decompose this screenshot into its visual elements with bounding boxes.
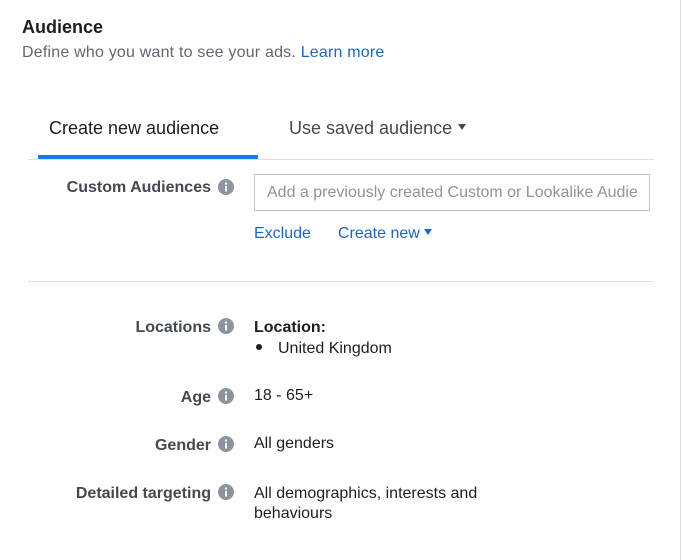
custom-audiences-input[interactable] [254, 174, 650, 211]
custom-audiences-label: Custom Audiences [66, 179, 211, 196]
location-list-item: United Kingdom [254, 339, 392, 359]
subtitle-text: Define who you want to see your ads. [22, 44, 297, 61]
detailed-targeting-value: All demographics, interests and behaviou… [254, 484, 477, 524]
audience-panel: Audience Define who you want to see your… [0, 0, 681, 560]
location-value: United Kingdom [278, 340, 392, 357]
gender-value: All genders [254, 435, 335, 452]
tab-use-saved-audience[interactable]: Use saved audience [289, 118, 467, 139]
section-subtitle: Define who you want to see your ads. Lea… [22, 44, 385, 62]
info-icon[interactable] [218, 179, 234, 195]
tab-create-new-audience[interactable]: Create new audience [49, 118, 219, 139]
detailed-targeting-label: Detailed targeting [75, 485, 211, 502]
detailed-targeting-line-2: behaviours [254, 505, 333, 522]
section-title: Audience [22, 17, 104, 37]
learn-more-link[interactable]: Learn more [301, 44, 385, 61]
create-new-dropdown[interactable]: Create new [338, 225, 432, 243]
info-icon[interactable] [218, 436, 234, 452]
exclude-link[interactable]: Exclude [254, 225, 311, 243]
tab-saved-label: Use saved audience [289, 118, 453, 138]
info-icon[interactable] [218, 484, 234, 500]
info-icon[interactable] [218, 388, 234, 404]
locations-label: Locations [135, 319, 211, 336]
info-icon[interactable] [218, 318, 234, 334]
caret-down-icon [458, 124, 467, 131]
section-divider [28, 281, 654, 282]
age-label: Age [180, 389, 211, 406]
create-new-label: Create new [338, 225, 420, 242]
bullet-icon [256, 343, 262, 350]
gender-label: Gender [154, 437, 211, 454]
age-value: 18 - 65+ [254, 387, 314, 404]
caret-down-icon [423, 228, 432, 235]
location-heading: Location: [254, 319, 326, 336]
audience-tabs: Create new audience Use saved audience [28, 108, 654, 160]
detailed-targeting-line-1: All demographics, interests and [254, 485, 478, 502]
active-tab-indicator [38, 155, 258, 159]
